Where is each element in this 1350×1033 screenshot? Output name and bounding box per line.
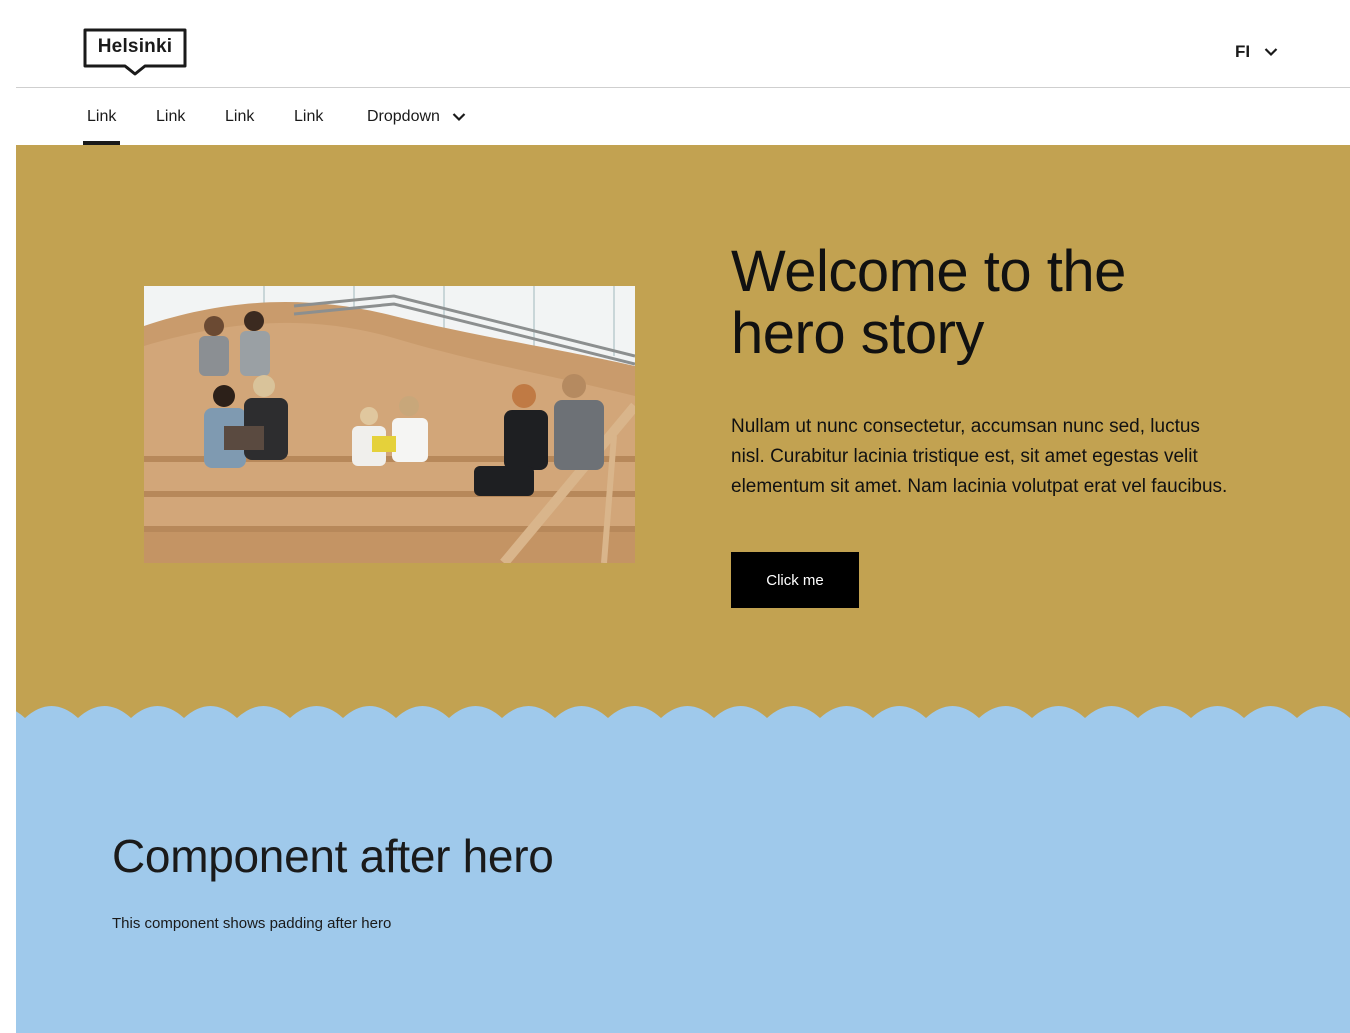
wave-divider [16, 700, 1350, 720]
hero-title: Welcome to the hero story [731, 241, 1251, 365]
page-frame: Helsinki FI Link Link Link Link Dropdown [16, 0, 1350, 1033]
hero-image [144, 286, 635, 563]
main-navigation: Link Link Link Link Dropdown [16, 89, 1350, 145]
language-label: FI [1235, 42, 1251, 61]
click-me-button[interactable]: Click me [731, 552, 859, 608]
after-hero-title: Component after hero [112, 830, 554, 882]
hero-title-line-1: Welcome to the [731, 239, 1126, 304]
nav-link-2[interactable]: Link [156, 89, 185, 145]
after-hero-section: Component after hero This component show… [16, 705, 1350, 1033]
nav-link-3[interactable]: Link [225, 89, 254, 145]
chevron-down-icon [1264, 47, 1278, 57]
nav-dropdown-label: Dropdown [367, 108, 440, 125]
hero-text: Nullam ut nunc consectetur, accumsan nun… [731, 416, 1228, 497]
after-hero-text: This component shows padding after hero [112, 915, 392, 932]
helsinki-logo[interactable]: Helsinki [83, 28, 187, 76]
nav-dropdown[interactable]: Dropdown [367, 89, 466, 145]
header: Helsinki FI [16, 0, 1350, 88]
language-selector[interactable]: FI [1235, 38, 1278, 66]
nav-link-1[interactable]: Link [82, 89, 121, 145]
chevron-down-icon [452, 112, 466, 122]
nav-link-4[interactable]: Link [294, 89, 323, 145]
hero-title-line-2: hero story [731, 301, 984, 366]
logo-text: Helsinki [97, 36, 173, 57]
hero-section: Welcome to the hero story Nullam ut nunc… [16, 145, 1350, 705]
